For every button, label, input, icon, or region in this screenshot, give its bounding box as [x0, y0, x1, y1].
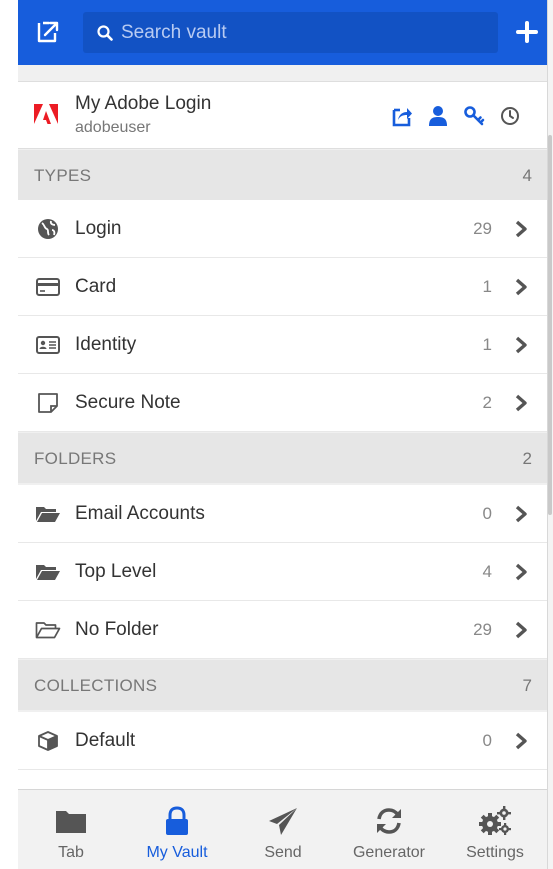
row-label: No Folder: [75, 619, 159, 640]
type-row-secure-note[interactable]: Secure Note 2: [18, 374, 547, 432]
chevron-right-icon: [515, 563, 527, 581]
section-count: 2: [522, 449, 532, 468]
row-label: Default: [75, 730, 136, 751]
folder-open-icon: [36, 565, 60, 580]
pop-out-button[interactable]: [34, 18, 62, 46]
section-count: 4: [522, 166, 532, 185]
row-count: 1: [482, 277, 492, 296]
type-row-identity[interactable]: Identity 1: [18, 316, 547, 374]
chevron-right-icon: [515, 505, 527, 523]
row-count: 29: [473, 620, 492, 639]
app-header: [18, 0, 547, 65]
folder-outline-icon: [35, 622, 61, 639]
share-launch-icon: [392, 108, 412, 127]
folders-section-header: FOLDERS 2: [18, 433, 547, 483]
globe-icon: [38, 219, 58, 239]
tab-label: Settings: [466, 844, 524, 861]
row-count: 0: [482, 504, 492, 523]
section-title: TYPES: [34, 166, 92, 185]
section-count: 7: [522, 676, 532, 695]
plus-icon: [516, 21, 538, 43]
collection-row-partial[interactable]: [18, 770, 547, 789]
tab-label: Send: [264, 844, 302, 861]
paper-plane-icon: [269, 808, 297, 835]
section-title: COLLECTIONS: [34, 676, 158, 695]
add-item-button[interactable]: [514, 19, 540, 45]
copy-username-button[interactable]: [426, 104, 450, 128]
collection-row-default[interactable]: Default 0: [18, 712, 547, 770]
folder-row-no-folder[interactable]: No Folder 29: [18, 601, 547, 659]
tab-label: My Vault: [146, 844, 208, 861]
copy-password-button[interactable]: [462, 104, 486, 128]
types-section-header: TYPES 4: [18, 150, 547, 200]
row-label: Top Level: [75, 561, 157, 582]
row-count: 29: [473, 219, 492, 238]
pop-out-icon: [37, 21, 59, 43]
folder-row-email-accounts[interactable]: Email Accounts 0: [18, 485, 547, 543]
cogs-icon: [479, 806, 511, 835]
tab-generator[interactable]: Generator: [336, 790, 442, 869]
chevron-right-icon: [515, 278, 527, 296]
tab-send[interactable]: Send: [230, 790, 336, 869]
row-count: 1: [482, 335, 492, 354]
window-edge: [0, 0, 18, 869]
vault-content: My Adobe Login adobeuser TYPES 4 Login 2…: [18, 65, 547, 789]
clock-icon: [501, 107, 519, 125]
card-icon: [36, 278, 60, 296]
tab-label: Tab: [58, 844, 84, 861]
folder-icon: [56, 811, 86, 833]
search-input[interactable]: [121, 21, 491, 44]
bitwarden-popup: My Adobe Login adobeuser: [18, 0, 548, 869]
type-row-login[interactable]: Login 29: [18, 200, 547, 258]
section-title: FOLDERS: [34, 449, 117, 468]
launch-button[interactable]: [390, 104, 414, 128]
note-icon: [38, 393, 58, 413]
chevron-right-icon: [515, 336, 527, 354]
row-count: 4: [482, 562, 492, 581]
key-icon: [464, 106, 485, 126]
row-label: Secure Note: [75, 392, 181, 413]
row-label: Email Accounts: [75, 503, 205, 524]
id-card-icon: [36, 336, 60, 354]
folder-open-icon: [36, 507, 60, 522]
user-icon: [429, 106, 447, 126]
item-name: My Adobe Login: [75, 93, 212, 114]
tab-my-vault[interactable]: My Vault: [124, 790, 230, 869]
cube-icon: [38, 731, 58, 751]
row-label: Login: [75, 218, 122, 239]
chevron-right-icon: [515, 621, 527, 639]
copy-totp-button[interactable]: [498, 104, 522, 128]
row-label: Card: [75, 276, 117, 297]
lock-icon: [166, 806, 188, 835]
row-count: 0: [482, 731, 492, 750]
search-icon: [97, 24, 113, 41]
item-username: adobeuser: [75, 119, 151, 136]
tab-tab[interactable]: Tab: [18, 790, 124, 869]
adobe-logo-icon: [34, 104, 58, 124]
type-row-card[interactable]: Card 1: [18, 258, 547, 316]
scrollbar-thumb[interactable]: [548, 135, 552, 515]
search-box[interactable]: [83, 12, 498, 53]
refresh-icon: [377, 808, 401, 834]
row-count: 2: [482, 393, 492, 412]
item-actions: [390, 104, 522, 128]
current-tab-login-item[interactable]: My Adobe Login adobeuser: [18, 81, 547, 149]
chevron-right-icon: [515, 220, 527, 238]
tab-settings[interactable]: Settings: [442, 790, 547, 869]
collections-section-header: COLLECTIONS 7: [18, 660, 547, 710]
chevron-right-icon: [515, 732, 527, 750]
chevron-right-icon: [515, 394, 527, 412]
folder-row-top-level[interactable]: Top Level 4: [18, 543, 547, 601]
bottom-tab-bar: Tab My Vault Send Generator Settings: [18, 789, 547, 869]
row-label: Identity: [75, 334, 137, 355]
tab-label: Generator: [352, 844, 426, 861]
